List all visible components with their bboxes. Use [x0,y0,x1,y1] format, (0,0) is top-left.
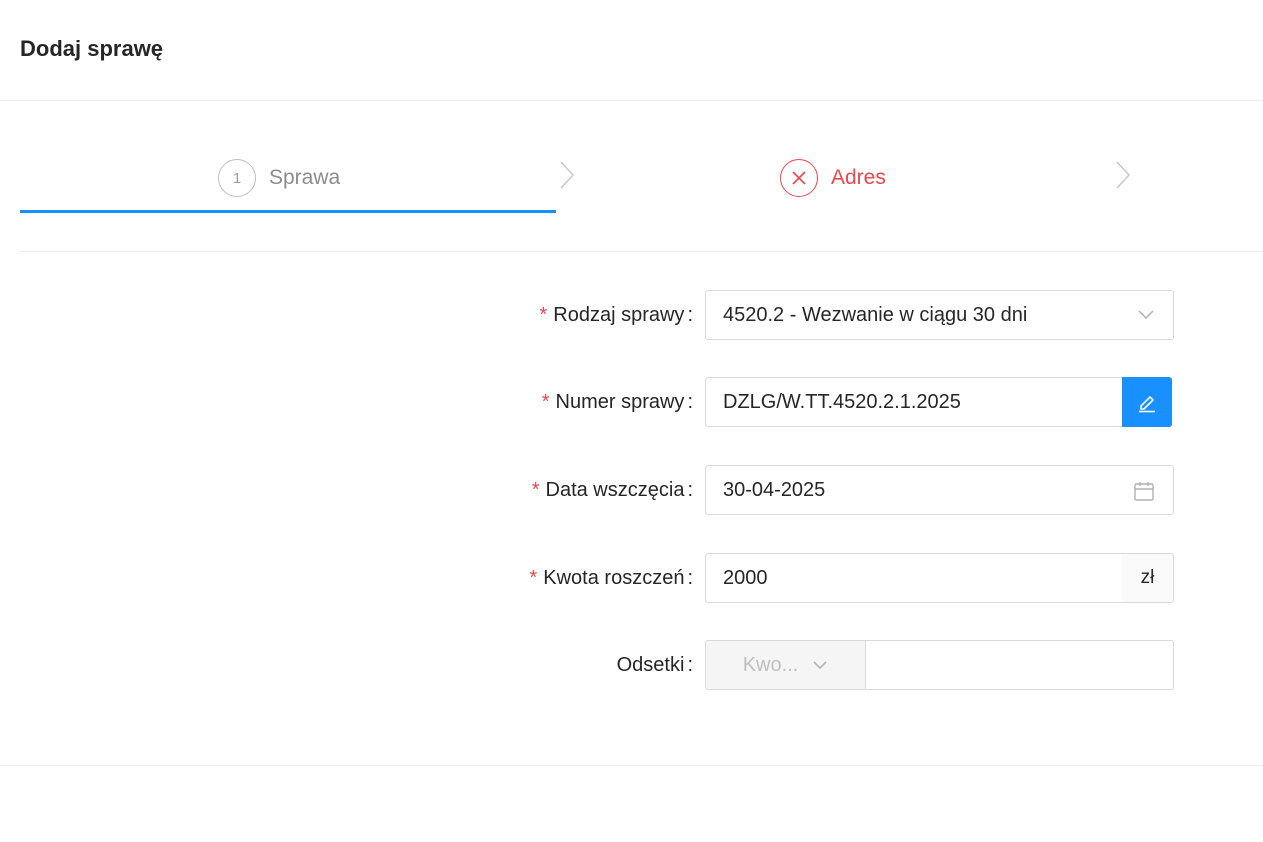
currency-suffix: zł [1122,553,1174,603]
calendar-icon [1134,482,1154,501]
form-label: * Kwota roszczeń : [529,566,693,589]
date-value: 30-04-2025 [723,478,826,501]
chevron-right-icon [560,161,575,189]
amount-input[interactable]: 2000 [705,553,1123,603]
footer-divider [0,765,1263,766]
form-label: * Data wszczęcia : [531,478,693,501]
modal-header: Dodaj sprawę [0,0,1263,101]
required-mark: * [541,390,550,413]
chevron-down-icon [1138,310,1154,320]
active-step-indicator [20,210,556,213]
required-mark: * [531,478,540,501]
form-row-odsetki: Odsetki : Kwo... [0,640,1263,690]
rodzaj-label: Rodzaj sprawy [553,303,685,326]
interest-type-placeholder: Kwo... [742,653,799,676]
amount-value: 2000 [723,566,768,589]
numer-label: Numer sprawy [555,390,685,413]
close-circle-icon [780,159,818,197]
steps-divider [20,251,1263,252]
chevron-right-icon [1116,161,1131,189]
page-title: Dodaj sprawę [20,36,164,61]
form-row-numer: * Numer sprawy : DZLG/W.TT.4520.2.1.2025 [0,377,1263,427]
date-picker[interactable]: 30-04-2025 [705,465,1174,515]
chevron-down-icon [813,661,827,670]
steps-bar: 1 Sprawa Adres [20,140,1263,252]
step-number: 1 [218,159,256,197]
kwota-label: Kwota roszczeń [543,566,685,589]
required-mark: * [539,303,548,326]
form-row-kwota: * Kwota roszczeń : 2000 zł [0,553,1263,603]
step-label: Adres [831,166,886,189]
step-label: Sprawa [269,166,341,189]
rodzaj-select[interactable]: 4520.2 - Wezwanie w ciągu 30 dni [705,290,1174,340]
required-mark: * [529,566,538,589]
numer-input[interactable]: DZLG/W.TT.4520.2.1.2025 [705,377,1123,427]
numer-value: DZLG/W.TT.4520.2.1.2025 [723,390,961,413]
data-label: Data wszczęcia [545,478,685,501]
odsetki-label: Odsetki [616,653,685,676]
form-row-data: * Data wszczęcia : 30-04-2025 [0,465,1263,515]
form-label: * Numer sprawy : [541,390,693,413]
form-label: * Rodzaj sprawy : [539,303,693,326]
step-sprawa[interactable]: 1 Sprawa [218,158,340,198]
edit-number-button[interactable] [1122,377,1172,427]
interest-type-select[interactable]: Kwo... [705,640,866,690]
rodzaj-value: 4520.2 - Wezwanie w ciągu 30 dni [723,303,1028,326]
page: Dodaj sprawę 1 Sprawa Adres * Rodzaj spr… [0,0,1263,842]
form-row-rodzaj: * Rodzaj sprawy : 4520.2 - Wezwanie w ci… [0,290,1263,340]
interest-value-input[interactable] [865,640,1174,690]
form-label: Odsetki : [616,653,693,676]
edit-icon [1139,396,1155,413]
step-adres[interactable]: Adres [780,158,886,198]
